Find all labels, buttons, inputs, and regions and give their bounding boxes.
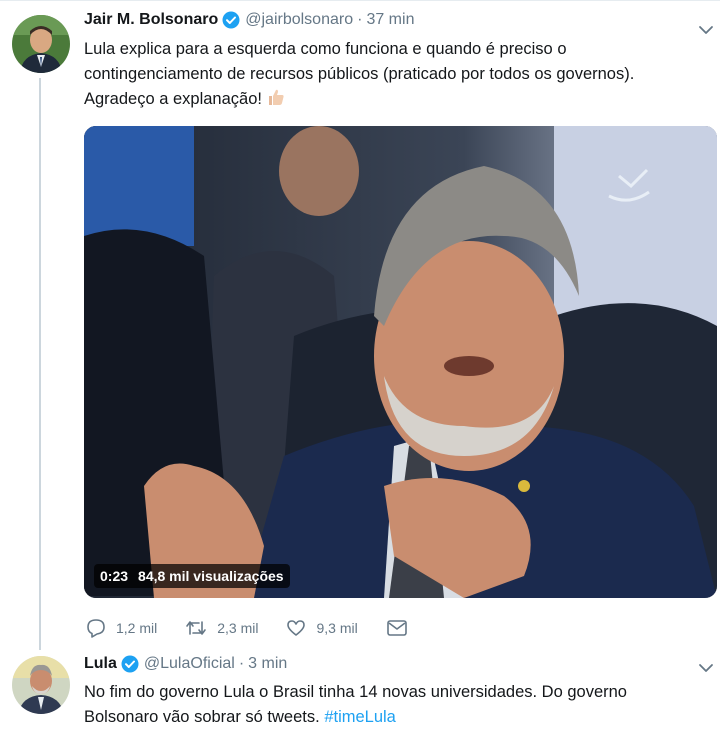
- video-player[interactable]: 0:23 84,8 mil visualizações: [84, 126, 717, 598]
- avatar-bolsonaro[interactable]: [12, 15, 70, 73]
- reply-icon: [87, 619, 105, 638]
- retweet-count: 2,3 mil: [217, 620, 259, 636]
- like-button[interactable]: 9,3 mil: [286, 618, 358, 638]
- like-icon: [287, 620, 306, 636]
- tweet-text-line: Bolsonaro vão sobrar só tweets. #timeLul…: [84, 705, 714, 730]
- tweet-actions: 1,2 mil 2,3 mil 9,3 mil: [86, 616, 446, 640]
- author-name[interactable]: Jair M. Bolsonaro: [84, 11, 218, 29]
- thread-line: [39, 78, 41, 650]
- chevron-down-icon[interactable]: [698, 22, 714, 38]
- tweet-text-segment: Agradeço a explanação!: [84, 90, 262, 108]
- author-handle[interactable]: @LulaOficial: [144, 655, 235, 673]
- avatar-lula[interactable]: [12, 656, 70, 714]
- reply-count: 1,2 mil: [116, 620, 158, 636]
- hashtag-link[interactable]: #timeLula: [324, 708, 396, 726]
- tweet-text-segment: Bolsonaro vão sobrar só tweets.: [84, 708, 320, 726]
- video-info-badge: 0:23 84,8 mil visualizações: [94, 564, 290, 588]
- retweet-button[interactable]: 2,3 mil: [185, 618, 258, 638]
- tweet-text-line: No fim do governo Lula o Brasil tinha 14…: [84, 683, 627, 701]
- tweet-text-line: Lula explica para a esquerda como funcio…: [84, 40, 567, 58]
- chevron-down-icon[interactable]: [698, 660, 714, 676]
- author-handle[interactable]: @jairbolsonaro: [245, 11, 353, 29]
- tweet-text-line: Agradeço a explanação!: [84, 87, 704, 115]
- like-count: 9,3 mil: [316, 620, 358, 636]
- direct-message-icon: [386, 620, 407, 636]
- tweet2-header: Lula @LulaOficial · 3 min: [84, 655, 287, 673]
- author-name[interactable]: Lula: [84, 655, 117, 673]
- video-views: 84,8 mil visualizações: [138, 568, 284, 584]
- verified-badge-icon: [121, 655, 139, 673]
- direct-message-button[interactable]: [386, 618, 418, 638]
- tweet-timestamp[interactable]: 3 min: [248, 655, 287, 673]
- verified-badge-icon: [222, 11, 240, 29]
- tweet-text: No fim do governo Lula o Brasil tinha 14…: [84, 680, 714, 730]
- video-duration: 0:23: [100, 568, 129, 584]
- separator-dot: ·: [238, 655, 245, 672]
- separator-dot: ·: [357, 11, 363, 28]
- tweet1-header: Jair M. Bolsonaro @jairbolsonaro · 37 mi…: [84, 11, 414, 29]
- top-border: [0, 0, 720, 1]
- tweet-text: Lula explica para a esquerda como funcio…: [84, 37, 704, 115]
- reply-button[interactable]: 1,2 mil: [86, 618, 157, 638]
- tweet-text-line: contingenciamento de recursos públicos (…: [84, 65, 635, 83]
- tweet-timestamp[interactable]: 37 min: [366, 11, 414, 29]
- retweet-icon: [186, 621, 207, 635]
- thumbs-up-emoji-icon: [266, 87, 286, 115]
